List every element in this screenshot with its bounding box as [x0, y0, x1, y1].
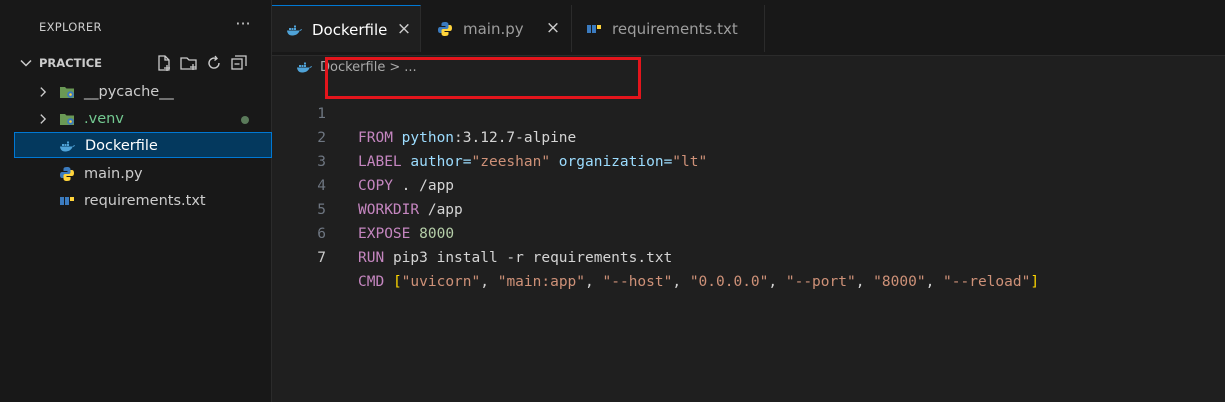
code-editor[interactable]: 1 FROM python:3.12.7-alpine 2 LABEL auth… [272, 78, 1225, 402]
code-line: 5 EXPOSE 8000 [272, 174, 1225, 242]
chevron-right-icon [40, 87, 47, 97]
token: "uvicorn" [401, 274, 481, 290]
line-content: RUN pip3 install -r requirements.txt [358, 246, 672, 270]
python-icon [438, 22, 452, 36]
token: "main:app" [497, 274, 586, 290]
token: , [925, 274, 944, 290]
editor-tab-bar: Dockerfile × main.py × requirements.txt [272, 0, 1225, 56]
project-actions [154, 53, 249, 73]
refresh-icon[interactable] [204, 53, 224, 73]
token: ] [1030, 274, 1040, 290]
chevron-right-icon [40, 114, 47, 124]
python-folder-icon [60, 87, 74, 98]
tree-item-label: .venv [84, 111, 124, 127]
tab-label: requirements.txt [612, 20, 738, 38]
tab-requirements[interactable]: requirements.txt [572, 5, 765, 52]
token: "8000" [873, 274, 926, 290]
modified-dot [241, 116, 249, 124]
token: , [672, 274, 690, 290]
token: "--host" [602, 274, 673, 290]
close-icon[interactable]: × [545, 20, 561, 37]
token: "--reload" [943, 274, 1031, 290]
code-line: 6 RUN pip3 install -r requirements.txt [272, 198, 1225, 266]
docker-icon [297, 62, 312, 73]
keyword: CMD [358, 274, 385, 290]
project-folder-header[interactable]: PRACTICE [0, 52, 272, 74]
token: [ [392, 274, 402, 290]
tree-item-pycache[interactable]: __pycache__ [0, 79, 272, 105]
token: pip3 install -r requirements.txt [392, 250, 673, 266]
pip-requirements-icon [60, 197, 74, 205]
tree-item-label: main.py [84, 166, 143, 182]
chevron-down-icon [20, 59, 32, 67]
token: , [480, 274, 498, 290]
more-actions-icon[interactable]: ··· [232, 14, 254, 36]
tab-main-py[interactable]: main.py × [421, 5, 572, 52]
tree-item-dockerfile[interactable]: Dockerfile [14, 132, 272, 158]
token: , [585, 274, 603, 290]
explorer-header: EXPLORER ··· [0, 0, 272, 56]
tab-dockerfile[interactable]: Dockerfile × [272, 5, 421, 52]
explorer-title: EXPLORER [39, 20, 102, 34]
python-folder-icon [60, 114, 74, 125]
python-icon [60, 167, 74, 181]
token: "--port" [785, 274, 856, 290]
keyword: RUN [358, 250, 385, 266]
project-name: PRACTICE [39, 56, 103, 70]
docker-icon [60, 141, 75, 152]
collapse-all-icon[interactable] [229, 53, 249, 73]
code-line: 3 COPY . /app [272, 126, 1225, 194]
tree-item-label: Dockerfile [85, 138, 158, 154]
tree-item-venv[interactable]: .venv [0, 106, 272, 132]
explorer-sidebar: EXPLORER ··· PRACTICE __pycache__ .venv … [0, 0, 272, 402]
highlight-annotation-box [325, 57, 641, 99]
tree-item-main-py[interactable]: main.py [0, 161, 272, 187]
new-file-icon[interactable] [154, 53, 174, 73]
token: "0.0.0.0" [689, 274, 769, 290]
pip-requirements-icon [587, 25, 601, 33]
tree-item-label: __pycache__ [84, 84, 174, 100]
new-folder-icon[interactable] [179, 53, 199, 73]
tab-label: main.py [463, 20, 524, 38]
line-content: CMD ["uvicorn", "main:app", "--host", "0… [358, 270, 1039, 294]
token: , [768, 274, 786, 290]
tab-label: Dockerfile [312, 21, 388, 39]
tree-item-label: requirements.txt [84, 193, 206, 209]
tree-item-requirements[interactable]: requirements.txt [0, 188, 272, 214]
line-number: 7 [317, 250, 326, 266]
code-line: 7 CMD ["uvicorn", "main:app", "--host", … [272, 222, 1225, 290]
code-line: 4 WORKDIR /app [272, 150, 1225, 218]
close-icon[interactable]: × [396, 21, 412, 38]
docker-icon [287, 25, 302, 36]
token: , [855, 274, 874, 290]
code-line: 2 LABEL author="zeeshan" organization="l… [272, 102, 1225, 170]
